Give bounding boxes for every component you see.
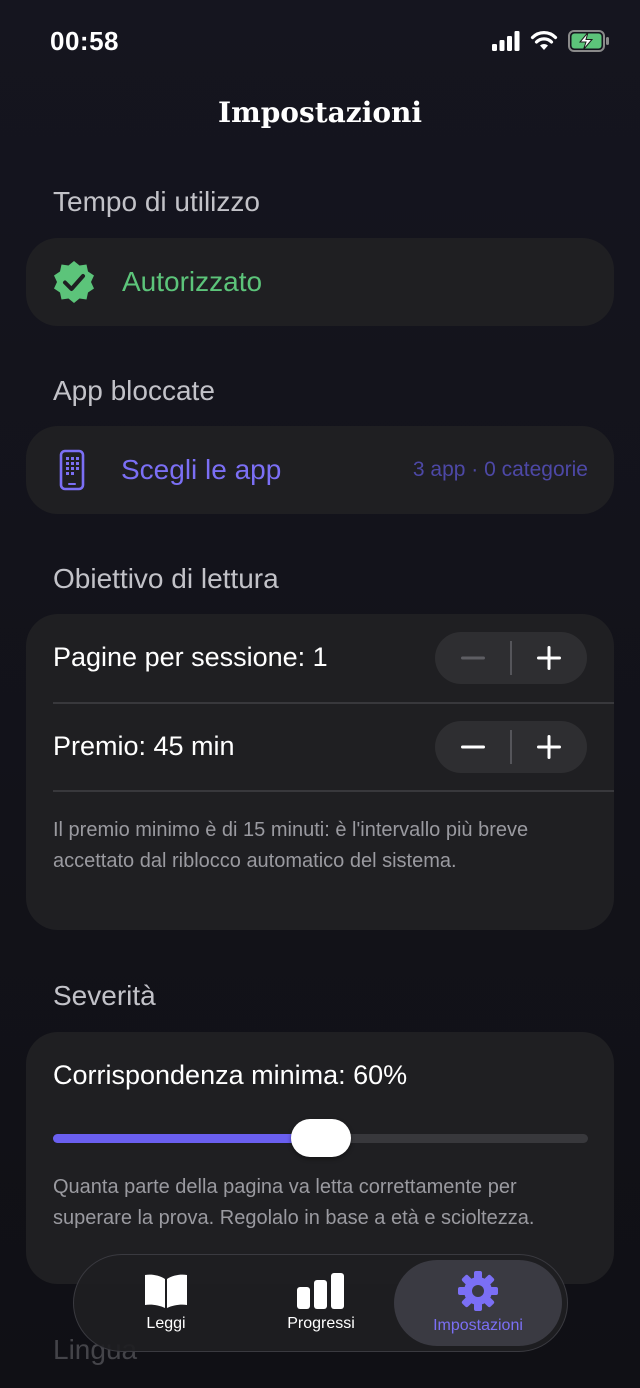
reading-goal-card: Pagine per sessione: 1 Premio: 45 min Il… (26, 614, 614, 930)
verified-badge-icon (54, 261, 94, 303)
pages-decrement-button[interactable] (435, 632, 510, 684)
section-title-severity: Severità (53, 980, 156, 1011)
tab-settings[interactable]: Impostazioni (394, 1260, 562, 1346)
battery-charging-icon (568, 30, 609, 52)
tab-read[interactable]: Leggi (96, 1255, 236, 1350)
pages-stepper (435, 632, 587, 684)
reward-increment-button[interactable] (512, 721, 587, 773)
bar-chart-icon (297, 1272, 344, 1309)
slider-thumb[interactable] (291, 1119, 351, 1157)
slider-fill (53, 1134, 321, 1143)
authorized-label: Autorizzato (122, 266, 263, 297)
pages-increment-button[interactable] (512, 632, 587, 684)
reward-note: Il premio minimo è di 15 minuti: è l'int… (53, 819, 529, 872)
tab-label-settings: Impostazioni (433, 1317, 523, 1334)
reward-row: Premio: 45 min (26, 703, 614, 791)
min-match-label: Corrispondenza minima: 60% (53, 1060, 408, 1090)
phone-grid-icon (59, 449, 85, 491)
choose-apps-label: Scegli le app (121, 454, 282, 485)
divider (53, 790, 614, 792)
tab-label-read: Leggi (146, 1314, 186, 1332)
pages-per-session-row: Pagine per sessione: 1 (26, 614, 614, 702)
reward-label: Premio: 45 min (53, 731, 235, 761)
severity-note: Quanta parte della pagina va letta corre… (53, 1176, 535, 1229)
min-match-slider[interactable] (53, 1119, 588, 1157)
plus-icon (537, 735, 562, 759)
apps-summary: 3 app · 0 categorie (412, 458, 588, 481)
page-title: Impostazioni (217, 96, 423, 129)
tab-progress[interactable]: Progressi (251, 1255, 391, 1350)
signal-icon (492, 31, 520, 51)
gear-icon (458, 1271, 498, 1311)
status-time: 00:58 (50, 26, 119, 56)
tab-bar: Leggi Progressi Impostazioni (73, 1254, 568, 1352)
reward-stepper (435, 721, 587, 773)
wifi-icon (530, 31, 558, 50)
tab-label-progress: Progressi (287, 1314, 355, 1332)
minus-icon (460, 656, 485, 660)
section-title-screen-time: Tempo di utilizzo (53, 186, 260, 217)
section-title-reading-goal: Obiettivo di lettura (53, 563, 279, 594)
minus-icon (460, 745, 485, 749)
book-icon (145, 1274, 187, 1308)
status-icons (492, 28, 610, 54)
choose-apps-button[interactable]: Scegli le app 3 app · 0 categorie (26, 426, 614, 514)
severity-card: Corrispondenza minima: 60% Quanta parte … (26, 1032, 614, 1284)
pages-per-session-label: Pagine per sessione: 1 (53, 642, 328, 672)
screen-time-card[interactable]: Autorizzato (26, 238, 614, 326)
plus-icon (537, 646, 562, 670)
status-bar: 00:58 (0, 0, 640, 80)
section-title-blocked-apps: App bloccate (53, 375, 215, 406)
reward-decrement-button[interactable] (435, 721, 510, 773)
